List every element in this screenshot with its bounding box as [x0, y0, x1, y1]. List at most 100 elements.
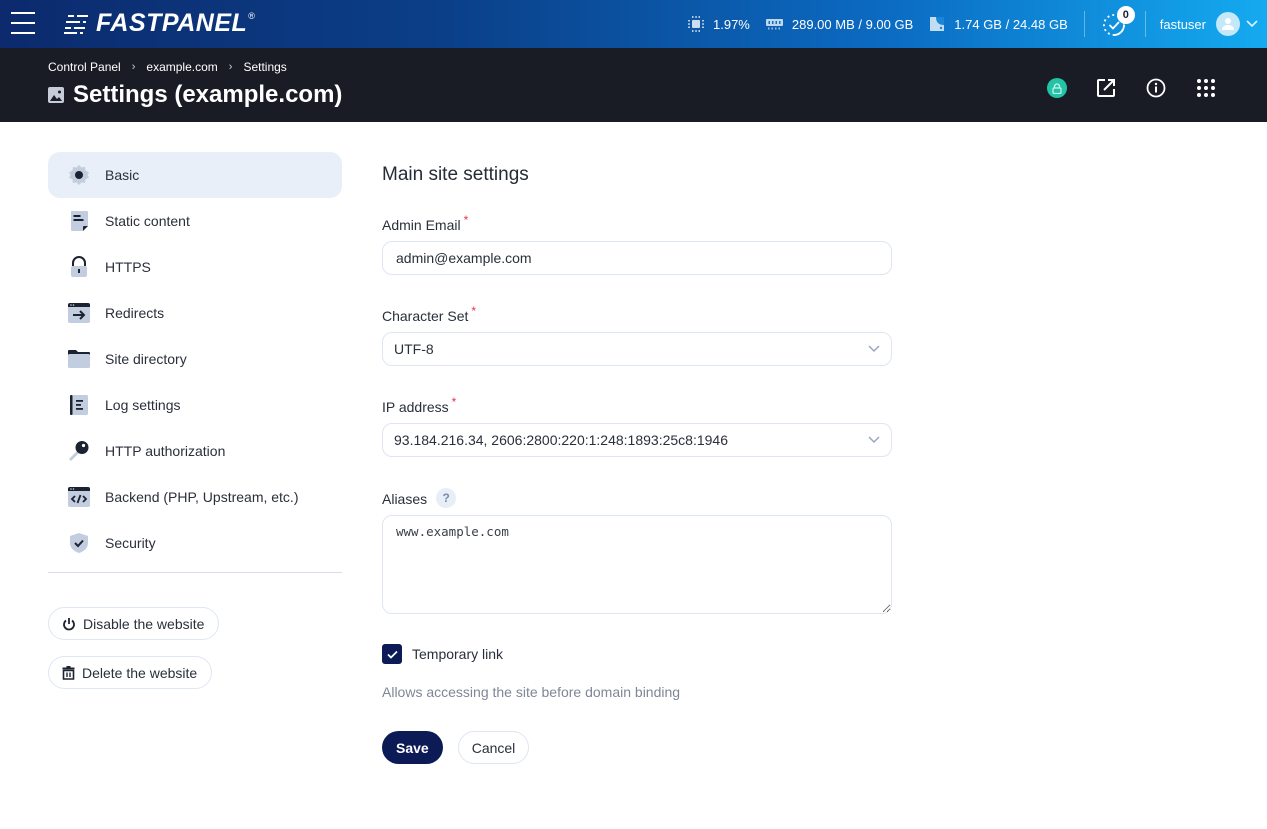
shield-icon	[67, 531, 91, 555]
cpu-value: 1.97%	[713, 16, 750, 32]
document-icon	[67, 209, 91, 233]
tasks-button[interactable]: 0	[1101, 6, 1135, 38]
username: fastuser	[1159, 16, 1206, 32]
logo-icon	[64, 13, 88, 35]
required-mark: *	[471, 304, 477, 318]
sidebar-item-static-content[interactable]: Static content	[48, 198, 342, 244]
ram-icon	[765, 19, 783, 30]
sidebar-item-label: Security	[105, 535, 156, 551]
sidebar-item-http-authorization[interactable]: HTTP authorization	[48, 428, 342, 474]
ip-label: IP address *	[382, 395, 892, 415]
disable-website-label: Disable the website	[83, 615, 205, 632]
disk-stat: 1.74 GB / 24.48 GB	[929, 16, 1068, 32]
sidebar-item-label: Redirects	[105, 305, 165, 321]
admin-email-field-group: Admin Email *	[382, 213, 892, 275]
redirect-icon	[67, 301, 91, 325]
aliases-label-text: Aliases	[382, 490, 428, 507]
settings-sidebar: Basic Static content HTTPS Redirects Sit…	[48, 152, 342, 689]
temporary-link-label: Temporary link	[412, 646, 504, 662]
sidebar-item-redirects[interactable]: Redirects	[48, 290, 342, 336]
save-button[interactable]: Save	[382, 731, 443, 764]
logo[interactable]: FASTPANEL ®	[64, 9, 255, 38]
apps-button[interactable]	[1195, 77, 1217, 99]
breadcrumb-control-panel[interactable]: Control Panel	[48, 60, 121, 74]
server-stats: 1.97% 289.00 MB / 9.00 GB 1.74 GB / 24.4…	[688, 0, 1267, 48]
divider	[1083, 11, 1085, 37]
ram-stat: 289.00 MB / 9.00 GB	[765, 16, 914, 32]
lock-icon	[1052, 82, 1062, 94]
chevron-down-icon	[1246, 20, 1258, 28]
external-link-icon	[1097, 79, 1115, 97]
sidebar-item-backend[interactable]: Backend (PHP, Upstream, etc.)	[48, 474, 342, 520]
trash-icon	[62, 665, 75, 680]
settings-form: Main site settings Admin Email * Charact…	[382, 160, 892, 764]
header-actions	[1047, 77, 1217, 99]
aliases-textarea[interactable]: www.example.com	[382, 515, 892, 614]
breadcrumb-site[interactable]: example.com	[146, 60, 217, 74]
user-menu[interactable]: fastuser	[1160, 12, 1258, 36]
chevron-down-icon	[868, 436, 880, 444]
page-header: Control Panel › example.com › Settings S…	[0, 48, 1267, 122]
sidebar-item-log-settings[interactable]: Log settings	[48, 382, 342, 428]
ram-value: 289.00 MB / 9.00 GB	[791, 16, 914, 32]
form-actions: Save Cancel	[382, 731, 530, 764]
breadcrumb-separator: ›	[131, 61, 136, 73]
sidebar-item-https[interactable]: HTTPS	[48, 244, 342, 290]
ip-label-text: IP address	[382, 399, 449, 415]
admin-email-label: Admin Email *	[382, 213, 892, 233]
page-title-text: Settings (example.com)	[73, 81, 343, 108]
ip-select[interactable]: 93.184.216.34, 2606:2800:220:1:248:1893:…	[382, 423, 892, 457]
disable-website-button[interactable]: Disable the website	[48, 607, 220, 640]
page-title: Settings (example.com)	[48, 81, 342, 109]
sidebar-item-label: Log settings	[105, 397, 181, 413]
tasks-count-badge: 0	[1116, 6, 1135, 24]
menu-icon[interactable]	[11, 12, 35, 34]
required-mark: *	[463, 213, 469, 227]
charset-label-text: Character Set	[382, 308, 469, 324]
top-bar: FASTPANEL ® 1.97% 289.00 MB / 9.00 GB 1.…	[0, 0, 1267, 48]
cpu-icon	[688, 16, 704, 32]
ssl-status-button[interactable]	[1047, 78, 1067, 98]
ip-field-group: IP address * 93.184.216.34, 2606:2800:22…	[382, 395, 892, 457]
checkmark-icon	[386, 650, 398, 659]
ip-value: 93.184.216.34, 2606:2800:220:1:248:1893:…	[394, 432, 728, 448]
sidebar-item-label: HTTPS	[105, 259, 151, 275]
cpu-stat: 1.97%	[688, 16, 750, 32]
breadcrumb-settings[interactable]: Settings	[243, 60, 286, 74]
breadcrumb: Control Panel › example.com › Settings	[48, 60, 287, 74]
log-icon	[67, 393, 91, 417]
aliases-label: Aliases ?	[382, 488, 892, 508]
gear-icon	[67, 163, 91, 187]
avatar	[1216, 12, 1240, 36]
delete-website-label: Delete the website	[82, 664, 198, 681]
sidebar-item-site-directory[interactable]: Site directory	[48, 336, 342, 382]
info-button[interactable]	[1145, 77, 1167, 99]
sidebar-item-label: Site directory	[105, 351, 187, 367]
disk-value: 1.74 GB / 24.48 GB	[954, 16, 1068, 32]
folder-icon	[67, 347, 91, 371]
help-icon[interactable]: ?	[436, 488, 457, 508]
sidebar-item-security[interactable]: Security	[48, 520, 342, 566]
admin-email-input[interactable]	[382, 241, 892, 275]
sidebar-item-label: HTTP authorization	[105, 443, 226, 459]
open-site-button[interactable]	[1095, 77, 1117, 99]
sidebar-divider	[48, 572, 342, 573]
key-icon	[67, 439, 91, 463]
cancel-button[interactable]: Cancel	[457, 731, 530, 764]
aliases-field-group: Aliases ? www.example.com	[382, 488, 892, 614]
registered-mark: ®	[248, 11, 255, 21]
sidebar-item-label: Basic	[105, 167, 140, 183]
sidebar-item-basic[interactable]: Basic	[48, 152, 342, 198]
brand-name: FASTPANEL	[96, 9, 248, 37]
temporary-link-checkbox[interactable]	[382, 644, 402, 664]
code-icon	[67, 485, 91, 509]
charset-select[interactable]: UTF-8	[382, 332, 892, 366]
divider	[1144, 11, 1146, 37]
required-mark: *	[451, 395, 457, 409]
apps-grid-icon	[1197, 79, 1215, 97]
power-icon	[63, 617, 75, 630]
temporary-link-row: Temporary link	[382, 644, 503, 664]
temporary-link-hint: Allows accessing the site before domain …	[382, 684, 681, 700]
delete-website-button[interactable]: Delete the website	[48, 656, 213, 689]
admin-email-label-text: Admin Email	[382, 217, 461, 233]
